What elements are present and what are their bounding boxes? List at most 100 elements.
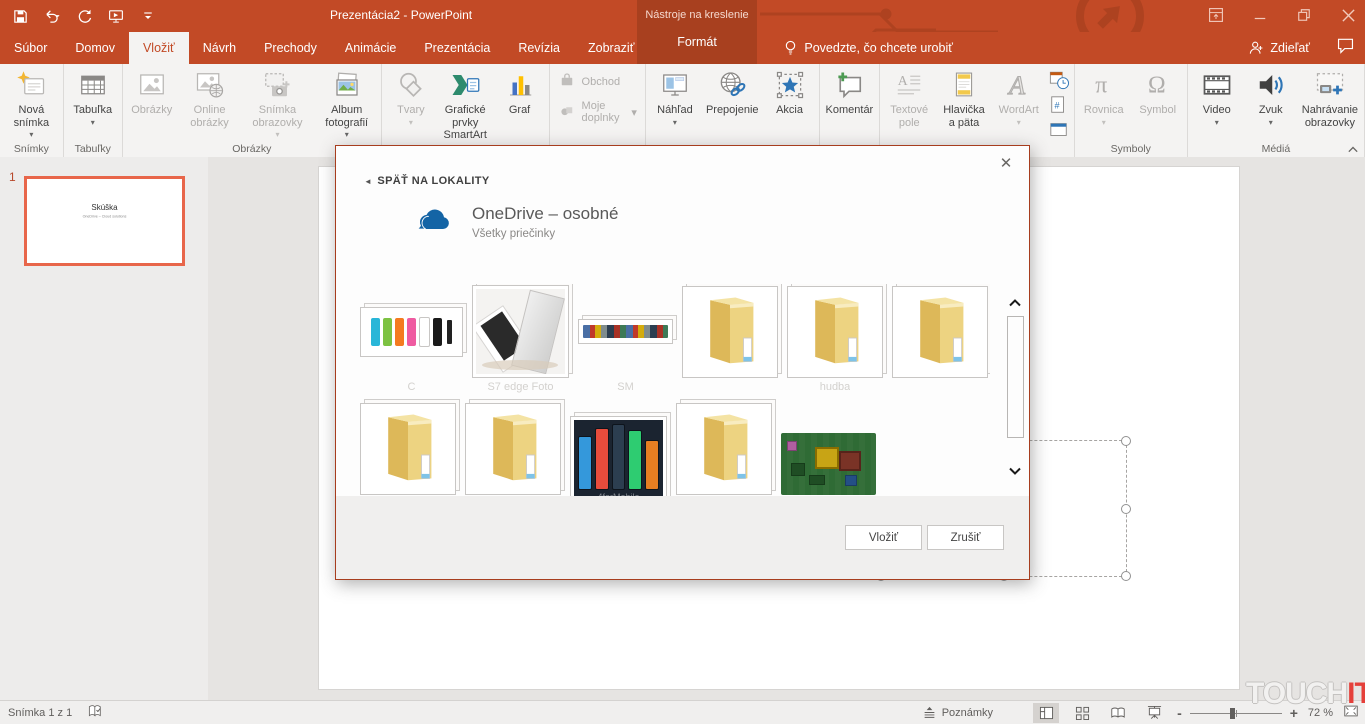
- ribbon-button-moje-doplnky[interactable]: Moje doplnky▾: [558, 100, 637, 124]
- tab-prechody[interactable]: Prechody: [250, 32, 331, 64]
- slide-thumbnail[interactable]: Skúška OneDrive – Cloud solutions: [24, 176, 185, 266]
- phones-photo: [476, 289, 565, 374]
- ribbon-button-label: Obrázky: [131, 104, 172, 117]
- ribbon-button-hlavi-ka-a-p-ta[interactable]: Hlavička a päta: [936, 65, 992, 145]
- folder-icon: [694, 293, 766, 370]
- file-thumbnail[interactable]: [682, 286, 778, 378]
- ribbon-button-album-fotografi[interactable]: Album fotografií▾: [315, 65, 379, 142]
- file-item[interactable]: SM: [578, 284, 673, 399]
- save-icon[interactable]: [10, 6, 30, 26]
- ribbon-button-n-h-ad[interactable]: Náhľad▾: [648, 65, 702, 142]
- view-normal-button[interactable]: [1033, 703, 1059, 723]
- ribbon-button-symbol[interactable]: ΩSymbol: [1131, 65, 1185, 142]
- ribbon-button-sn-mka-obrazovky[interactable]: Snímka obrazovky▾: [240, 65, 314, 142]
- zoom-out-button[interactable]: -: [1177, 705, 1182, 721]
- ribbon-button-nov-sn-mka[interactable]: Nová snímka▾: [2, 65, 61, 142]
- ribbon-button-tabu-ka[interactable]: Tabuľka▾: [66, 65, 120, 142]
- file-thumbnail[interactable]: [465, 403, 561, 495]
- file-item[interactable]: [781, 401, 876, 496]
- file-thumbnail[interactable]: [787, 286, 883, 378]
- file-thumbnail[interactable]: 4forMobile: [570, 416, 667, 499]
- zoom-slider-knob[interactable]: [1230, 708, 1235, 719]
- customize-qat-icon[interactable]: [138, 6, 158, 26]
- ribbon-button-grafick-prvky-smartart[interactable]: Grafické prvky SmartArt: [438, 65, 493, 143]
- share-button[interactable]: Zdieľať: [1248, 40, 1310, 56]
- dropdown-caret-icon: ▾: [345, 130, 349, 139]
- dialog-close-icon[interactable]: ✕: [997, 154, 1015, 172]
- restore-icon[interactable]: [1293, 4, 1315, 26]
- file-item[interactable]: [676, 401, 772, 496]
- tab-n-vrh[interactable]: Návrh: [189, 32, 250, 64]
- ribbon-button-zvuk[interactable]: Zvuk▾: [1244, 65, 1298, 142]
- ribbon-button-obchod[interactable]: Obchod: [558, 71, 637, 92]
- tab-domov[interactable]: Domov: [61, 32, 129, 64]
- file-item[interactable]: [682, 284, 778, 399]
- file-thumbnail[interactable]: [892, 286, 988, 378]
- file-item[interactable]: C: [360, 284, 463, 399]
- undo-icon[interactable]: [42, 6, 62, 26]
- quick-access-toolbar: [10, 4, 158, 28]
- file-item[interactable]: S7 edge Foto: [472, 284, 569, 399]
- ribbon-button-label: Prepojenie: [706, 104, 759, 117]
- collapse-ribbon-icon[interactable]: [1347, 145, 1359, 158]
- ribbon-button-datetime[interactable]: [1048, 69, 1070, 91]
- ribbon-button-slide-number[interactable]: #: [1048, 94, 1070, 116]
- file-thumbnail[interactable]: [676, 403, 772, 495]
- feedback-icon[interactable]: [1336, 37, 1355, 59]
- ribbon-button-textov-pole[interactable]: ATextové pole: [882, 65, 936, 145]
- ribbon-button-nahr-vanie-obrazovky[interactable]: Nahrávanie obrazovky: [1298, 65, 1362, 142]
- notes-button[interactable]: Poznámky: [923, 706, 993, 719]
- cancel-button[interactable]: Zrušiť: [927, 525, 1004, 550]
- tab-format[interactable]: Formát: [677, 35, 717, 49]
- ribbon-button-prepojenie[interactable]: Prepojenie: [702, 65, 763, 142]
- resize-handle[interactable]: [1121, 436, 1131, 446]
- action-icon: [775, 68, 805, 102]
- back-to-locations-link[interactable]: ◄ SPÄŤ NA LOKALITY: [364, 175, 490, 187]
- file-item[interactable]: [465, 401, 561, 496]
- ribbon-button-obr-zky[interactable]: Obrázky: [125, 65, 179, 142]
- ribbon-button-koment-r[interactable]: Komentár: [822, 65, 878, 142]
- dropdown-caret-icon: ▾: [91, 118, 95, 127]
- scroll-down-icon[interactable]: [1008, 466, 1022, 476]
- file-item[interactable]: hudba: [787, 284, 883, 399]
- ribbon-button-wordart[interactable]: AWordArt▾: [992, 65, 1046, 145]
- ribbon-group-label: Symboly: [1077, 142, 1185, 157]
- minimize-icon[interactable]: [1249, 4, 1271, 26]
- start-slideshow-icon[interactable]: [106, 6, 126, 26]
- view-slide-sorter-button[interactable]: [1069, 703, 1095, 723]
- file-item[interactable]: 4forMobile: [570, 401, 667, 496]
- file-item[interactable]: [360, 401, 456, 496]
- file-item[interactable]: [892, 284, 988, 399]
- scroll-up-icon[interactable]: [1008, 298, 1022, 308]
- file-row-2: 4forMobile: [360, 401, 990, 496]
- ribbon-button-akcia[interactable]: Akcia: [763, 65, 817, 142]
- close-icon[interactable]: [1337, 4, 1359, 26]
- dialog-scrollbar[interactable]: [1006, 284, 1024, 498]
- ribbon-button-online-obr-zky[interactable]: Online obrázky: [179, 65, 241, 142]
- scrollbar-thumb[interactable]: [1007, 316, 1024, 438]
- tab-rev-zia[interactable]: Revízia: [504, 32, 574, 64]
- slide-number-label: 1: [9, 170, 16, 184]
- ribbon-button-graf[interactable]: Graf: [493, 65, 547, 143]
- file-thumbnail[interactable]: [578, 319, 673, 344]
- file-thumbnail[interactable]: [472, 285, 569, 378]
- insert-button[interactable]: Vložiť: [845, 525, 922, 550]
- ribbon-button-rovnica[interactable]: πRovnica▾: [1077, 65, 1131, 142]
- tab-anim-cie[interactable]: Animácie: [331, 32, 410, 64]
- ribbon-button-video[interactable]: Video▾: [1190, 65, 1244, 142]
- file-thumbnail[interactable]: [360, 403, 456, 495]
- tab-s-bor[interactable]: Súbor: [0, 32, 61, 64]
- view-slideshow-button[interactable]: [1141, 703, 1167, 723]
- resize-handle[interactable]: [1121, 504, 1131, 514]
- tell-me-box[interactable]: Povedzte, čo chcete urobiť: [784, 32, 953, 64]
- redo-icon[interactable]: [74, 6, 94, 26]
- view-reading-button[interactable]: [1105, 703, 1131, 723]
- file-thumbnail[interactable]: [360, 307, 463, 357]
- resize-handle[interactable]: [1121, 571, 1131, 581]
- tab-prezent-cia[interactable]: Prezentácia: [410, 32, 504, 64]
- ribbon-display-options-icon[interactable]: [1205, 4, 1227, 26]
- ribbon-button-object-icon[interactable]: [1048, 119, 1070, 141]
- ribbon-button-tvary[interactable]: Tvary▾: [384, 65, 438, 143]
- tab-vlo-i[interactable]: Vložiť: [129, 32, 189, 64]
- spellcheck-icon[interactable]: [88, 704, 103, 722]
